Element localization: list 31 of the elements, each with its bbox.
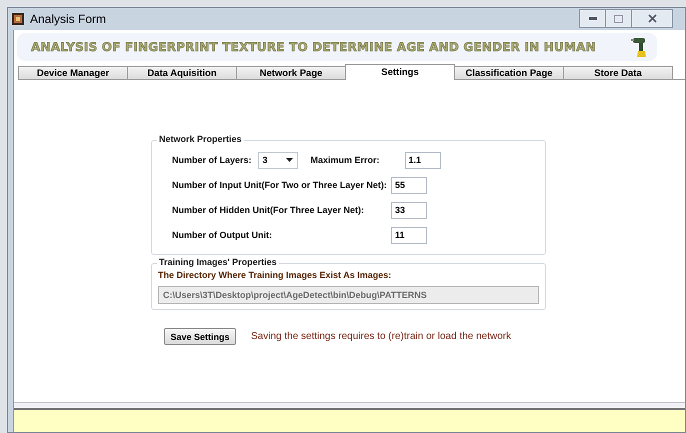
- tab[interactable]: Settings: [345, 64, 455, 80]
- close-button[interactable]: [631, 9, 673, 28]
- save-settings-button[interactable]: Save Settings: [164, 328, 236, 345]
- field-label: Maximum Error:: [310, 155, 381, 165]
- app-icon: [12, 12, 24, 24]
- info-message: Saving the settings requires to (re)train or load the network: [251, 331, 512, 342]
- tab[interactable]: Network Page: [236, 66, 346, 79]
- input-field[interactable]: 1.1: [404, 152, 441, 168]
- field-label: Number of Hidden Unit(For Three Layer Net):: [171, 205, 366, 215]
- banner-title: ANALYSIS OF FINGERPRINT TEXTURE TO DETERMINE AGE AND GENDER IN HUMAN: [31, 40, 596, 54]
- tab[interactable]: Device Manager: [18, 66, 128, 79]
- layers-dropdown[interactable]: 3: [258, 152, 298, 168]
- field-label: Number of Input Unit(For Two or Three Layer Net):: [171, 180, 388, 190]
- group-title: Training Images' Properties: [157, 257, 279, 267]
- tab[interactable]: Data Aquisition: [127, 66, 237, 79]
- field-label: The Directory Where Training Images Exist As Images:: [158, 270, 392, 280]
- dropdown-caret-icon: [286, 158, 293, 162]
- minimize-button[interactable]: [579, 9, 606, 28]
- input-field[interactable]: 33: [391, 202, 427, 218]
- input-field[interactable]: 55: [391, 176, 427, 194]
- field-label: Number of Layers:: [172, 155, 252, 165]
- group-title: Network Properties: [157, 134, 244, 144]
- drill-icon: [631, 35, 649, 59]
- maximize-icon: [614, 14, 623, 22]
- tab[interactable]: Classification Page: [454, 66, 564, 79]
- minimize-icon: [588, 17, 596, 20]
- field-label: Number of Output Unit:: [171, 230, 273, 240]
- window-title: Analysis Form: [30, 12, 106, 26]
- tab[interactable]: Store Data: [563, 66, 673, 79]
- input-field[interactable]: 11: [391, 226, 427, 244]
- close-icon: [648, 14, 656, 23]
